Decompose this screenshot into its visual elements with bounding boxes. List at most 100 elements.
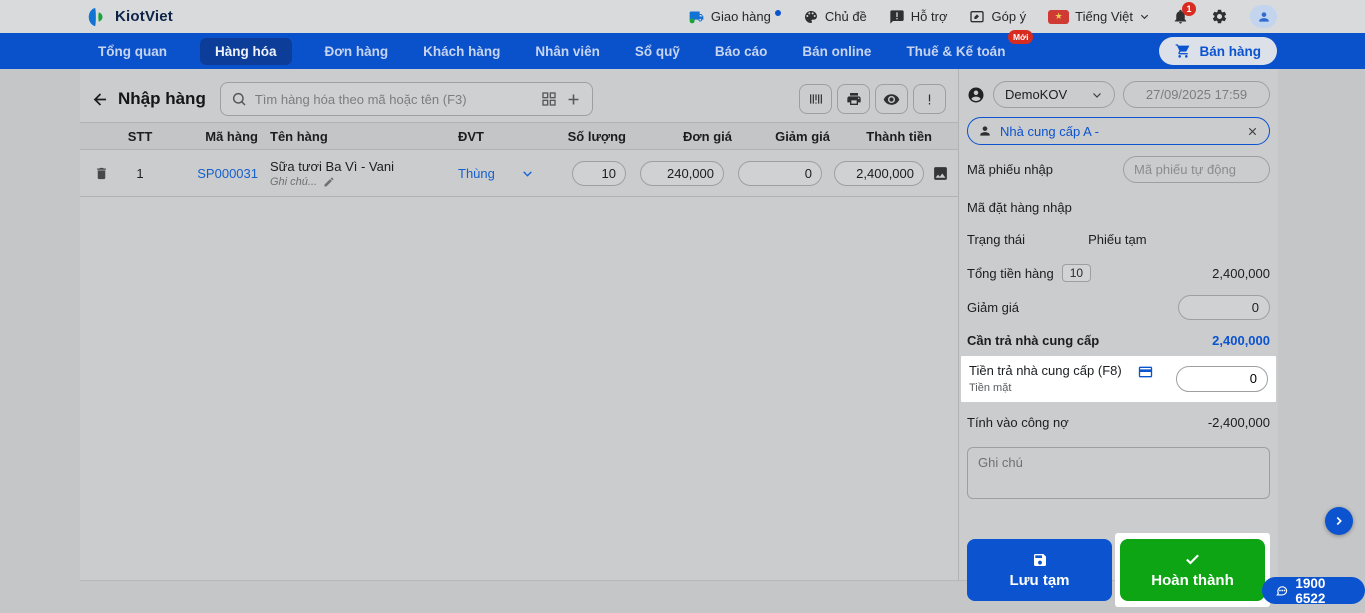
price-input[interactable] [640, 161, 724, 186]
pay-method-label: Tiền mặt [969, 382, 1012, 394]
row-note-label: Ghi chú... [270, 176, 318, 188]
new-badge: Mới [1007, 29, 1034, 44]
row-note[interactable]: Ghi chú... [270, 176, 448, 188]
search-input[interactable] [254, 91, 533, 107]
nav-nhan-vien[interactable]: Nhân viên [533, 38, 602, 65]
receipt-code-input[interactable] [1123, 156, 1270, 183]
col-so-luong: Số lượng [567, 128, 626, 144]
pay-label: Tiền trả nhà cung cấp (F8) [969, 363, 1122, 378]
user-avatar[interactable] [1250, 5, 1277, 28]
line-total-input[interactable] [834, 161, 924, 186]
product-image-button[interactable] [932, 165, 949, 182]
back-button[interactable] [86, 85, 114, 113]
order-code-row: Mã đặt hàng nhập [967, 200, 1270, 215]
product-name: Sữa tươi Ba Vì - Vani [270, 159, 394, 174]
payable-row: Cần trả nhà cung cấp 2,400,000 [967, 333, 1270, 348]
printer-icon [846, 93, 861, 105]
delivery-label: Giao hàng [710, 9, 771, 24]
credit-card-icon[interactable] [1136, 364, 1155, 380]
delete-row-button[interactable] [94, 166, 118, 181]
page-title: Nhập hàng [118, 89, 206, 108]
pay-labels: Tiền trả nhà cung cấp (F8) Tiền mặt [969, 363, 1122, 394]
branch-select[interactable]: DemoKOV [993, 81, 1115, 108]
order-datetime[interactable]: 27/09/2025 17:59 [1123, 81, 1270, 108]
nav-ban-online[interactable]: Bán online [800, 38, 873, 65]
check-icon [1186, 554, 1199, 565]
print-button[interactable] [837, 84, 870, 114]
brand-name: KiotViet [115, 8, 173, 25]
nav-khach-hang[interactable]: Khách hàng [421, 38, 502, 65]
complete-button[interactable]: Hoàn thành [1120, 539, 1265, 601]
grid-view-icon[interactable] [541, 91, 557, 107]
nav-bao-cao[interactable]: Báo cáo [713, 38, 770, 65]
alerts-button[interactable] [913, 84, 946, 114]
status-row: Trạng thái Phiếu tạm [967, 232, 1270, 247]
topbar: KiotViet Giao hàng Chủ đề Hỗ trợ Góp ý ★… [0, 0, 1365, 33]
purchase-screen: Nhập hàng Tìm hàng hóa theo mã hoặc tên … [80, 69, 1278, 607]
language-selector[interactable]: ★ Tiếng Việt [1048, 9, 1150, 24]
order-discount-input[interactable] [1178, 295, 1270, 320]
nav-hang-hoa[interactable]: Hàng hóa [199, 37, 292, 65]
toolbar-icons [799, 84, 946, 114]
nav-so-quy[interactable]: Sổ quỹ [633, 38, 682, 65]
cart-icon [1176, 44, 1190, 58]
product-code-link[interactable]: SP000031 [162, 166, 258, 181]
col-ten-hang: Tên hàng [270, 128, 328, 144]
help-bubble-icon [890, 9, 904, 24]
pay-supplier-section: Tiền trả nhà cung cấp (F8) Tiền mặt [961, 356, 1276, 402]
total-value: 2,400,000 [1212, 265, 1270, 281]
product-name-cell: Sữa tươi Ba Vì - Vani Ghi chú... [258, 159, 448, 188]
add-product-icon[interactable] [565, 91, 582, 108]
debt-row: Tính vào công nợ -2,400,000 [967, 415, 1270, 430]
feedback-icon [970, 10, 985, 22]
receipt-code-row: Mã phiếu nhập [967, 156, 1270, 183]
pay-amount-input[interactable] [1176, 365, 1268, 392]
chat-bubble-icon [1276, 586, 1288, 596]
discount-row: Giảm giá [967, 295, 1270, 320]
support-menu[interactable]: Hỗ trợ [889, 9, 947, 25]
barcode-icon [809, 94, 822, 104]
kiotviet-logo[interactable]: KiotViet [86, 6, 173, 28]
gear-icon [1212, 9, 1227, 24]
order-note-textarea[interactable] [967, 447, 1270, 499]
hotline-button[interactable]: 1900 6522 [1262, 575, 1365, 606]
theme-menu[interactable]: Chủ đề [803, 9, 867, 25]
main-navbar: Tổng quan Hàng hóa Đơn hàng Khách hàng N… [0, 29, 1365, 69]
delivery-menu[interactable]: Giao hàng [688, 9, 781, 24]
nav-thue-ke-toan[interactable]: Thuế & Kế toán Mới [904, 29, 1034, 65]
hotline-number: 1900 6522 [1295, 575, 1326, 606]
payable-value: 2,400,000 [1212, 333, 1270, 348]
sell-button[interactable]: Bán hàng [1159, 37, 1277, 65]
settings-button[interactable] [1211, 8, 1228, 25]
view-toggle-button[interactable] [875, 84, 908, 114]
nav-don-hang[interactable]: Đơn hàng [323, 38, 391, 65]
status-value: Phiếu tạm [1088, 232, 1147, 247]
theme-label: Chủ đề [824, 9, 867, 24]
supplier-chip[interactable]: Nhà cung cấp A - [967, 117, 1270, 145]
status-label: Trạng thái [967, 232, 1026, 247]
discount-label: Giảm giá [967, 300, 1020, 315]
discount-input[interactable] [738, 161, 822, 186]
chevron-right-icon [1336, 516, 1342, 526]
expand-panel-button[interactable] [1325, 507, 1353, 535]
debt-value: -2,400,000 [1207, 415, 1270, 430]
qty-input[interactable] [572, 161, 626, 186]
save-draft-button[interactable]: Lưu tạm [967, 539, 1112, 601]
debt-label: Tính vào công nợ [967, 415, 1069, 430]
barcode-scan-button[interactable] [799, 84, 832, 114]
notification-badge: 1 [1182, 2, 1196, 16]
col-thanh-tien: Thành tiền [866, 128, 932, 144]
feedback-label: Góp ý [991, 9, 1027, 24]
complete-label: Hoàn thành [1151, 572, 1234, 589]
unit-select[interactable]: Thùng [448, 166, 536, 181]
nav-tong-quan[interactable]: Tổng quan [96, 38, 169, 65]
order-summary-pane: DemoKOV 27/09/2025 17:59 Nhà cung cấp A … [958, 69, 1278, 607]
exclamation-icon [928, 94, 931, 104]
notifications-button[interactable]: 1 [1172, 2, 1196, 25]
nav-thue-ke-toan-label: Thuế & Kế toán [906, 43, 1006, 59]
col-giam-gia: Giảm giá [775, 128, 830, 144]
remove-supplier-button[interactable] [1246, 125, 1259, 138]
language-label: Tiếng Việt [1075, 9, 1133, 24]
close-icon [1248, 127, 1257, 135]
feedback-menu[interactable]: Góp ý [969, 9, 1026, 25]
